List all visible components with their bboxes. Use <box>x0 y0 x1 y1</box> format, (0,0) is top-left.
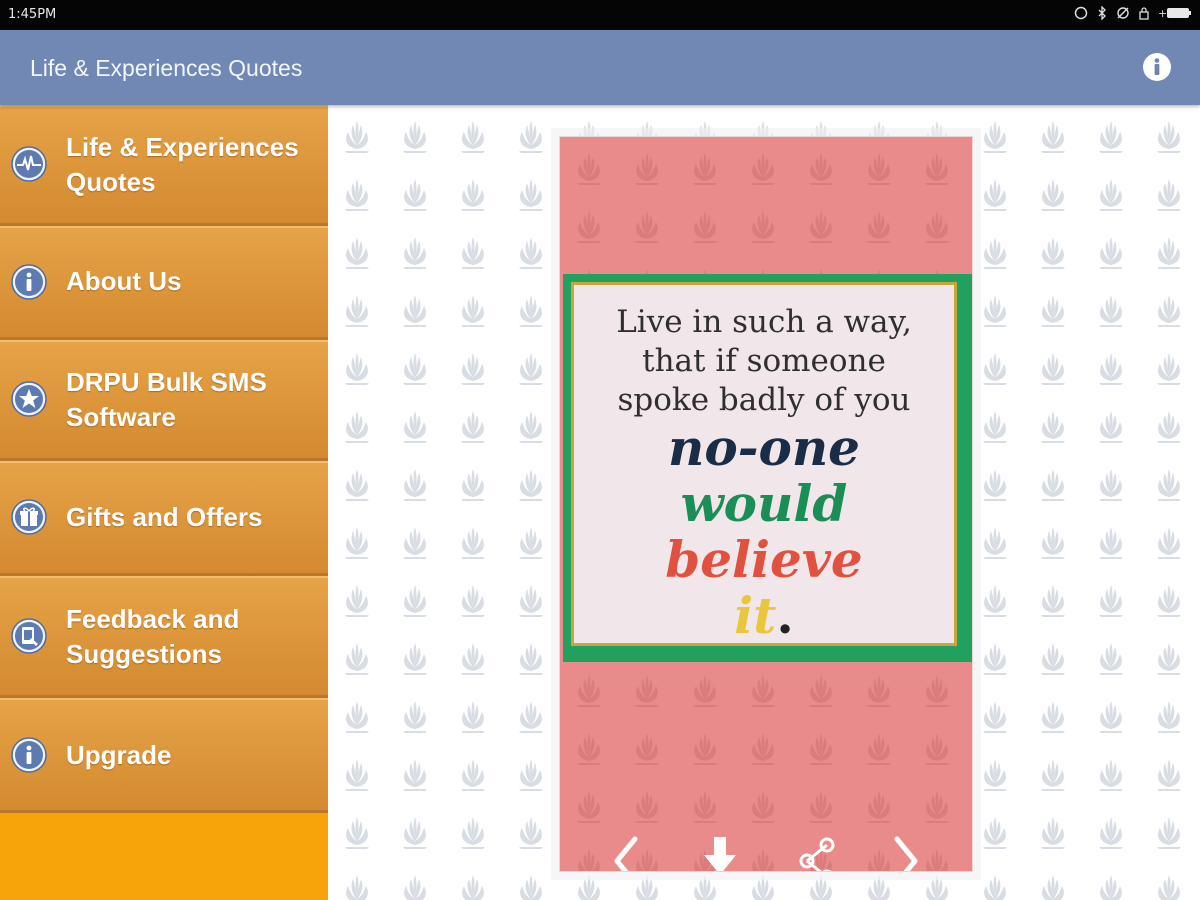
drawer-item-feedback-and-suggestions[interactable]: Feedback and Suggestions <box>0 576 328 698</box>
quote-word-no-one: no-one <box>668 418 860 477</box>
app-title: Life & Experiences Quotes <box>30 55 303 81</box>
drawer-item-gifts-and-offers[interactable]: Gifts and Offers <box>0 461 328 576</box>
drawer-item-label: Life & Experiences <box>66 132 299 162</box>
status-time: 1:45PM <box>8 7 57 22</box>
bluetooth-icon <box>1095 6 1109 20</box>
quote-line: spoke badly of you <box>617 382 911 418</box>
download-icon[interactable] <box>700 833 740 871</box>
chevron-right-icon[interactable] <box>885 833 925 871</box>
svg-text:+: + <box>1158 7 1167 20</box>
drawer-item-label: About Us <box>66 266 182 296</box>
quote-period: . <box>776 586 794 645</box>
gift-icon <box>11 499 47 535</box>
info-icon <box>11 264 47 300</box>
status-icons: + <box>1074 6 1192 20</box>
quote-word-would: would <box>680 474 848 533</box>
quote-line: Live in such a way, <box>616 304 912 340</box>
info-icon <box>11 737 47 773</box>
drawer-item-about-us[interactable]: About Us <box>0 226 328 340</box>
quote-line: that if someone <box>642 343 886 379</box>
quote-word-it: it <box>734 586 777 645</box>
star-icon <box>11 381 47 417</box>
quote-last-line: it. <box>574 588 954 644</box>
alarm-icon <box>1074 6 1088 20</box>
action-bar: Life & Experiences Quotes <box>0 30 1200 105</box>
status-bar: 1:45PM + <box>0 0 1200 30</box>
feedback-icon <box>11 618 47 654</box>
quote-viewer: Live in such a way, that if someone spok… <box>328 105 1200 900</box>
info-icon[interactable] <box>1142 52 1172 82</box>
drawer-item-upgrade[interactable]: Upgrade <box>0 698 328 813</box>
quote-frame: Live in such a way, that if someone spok… <box>571 282 957 646</box>
drawer-item-label: Software <box>66 402 176 432</box>
pulse-icon <box>11 146 47 182</box>
drawer-item-label: Feedback and <box>66 604 240 634</box>
drawer-item-label: Suggestions <box>66 639 223 669</box>
battery-icon: + <box>1158 6 1192 20</box>
quote-word-believe: believe <box>665 530 863 589</box>
no-signal-icon <box>1116 6 1130 20</box>
quote-image: Live in such a way, that if someone spok… <box>563 274 972 662</box>
share-icon[interactable] <box>797 833 837 871</box>
quote-card: Live in such a way, that if someone spok… <box>559 136 973 872</box>
chevron-left-icon[interactable] <box>607 833 647 871</box>
drawer-item-label: DRPU Bulk SMS <box>66 367 267 397</box>
drawer-item-life-experiences-quotes[interactable]: Life & Experiences Quotes <box>0 105 328 226</box>
lock-icon <box>1137 6 1151 20</box>
drawer-item-drpu-bulk-sms[interactable]: DRPU Bulk SMS Software <box>0 340 328 461</box>
drawer-item-label: Gifts and Offers <box>66 502 263 532</box>
drawer-item-label: Quotes <box>66 167 156 197</box>
drawer-item-label: Upgrade <box>66 740 172 770</box>
navigation-drawer: Life & Experiences Quotes About Us DRPU … <box>0 105 328 900</box>
